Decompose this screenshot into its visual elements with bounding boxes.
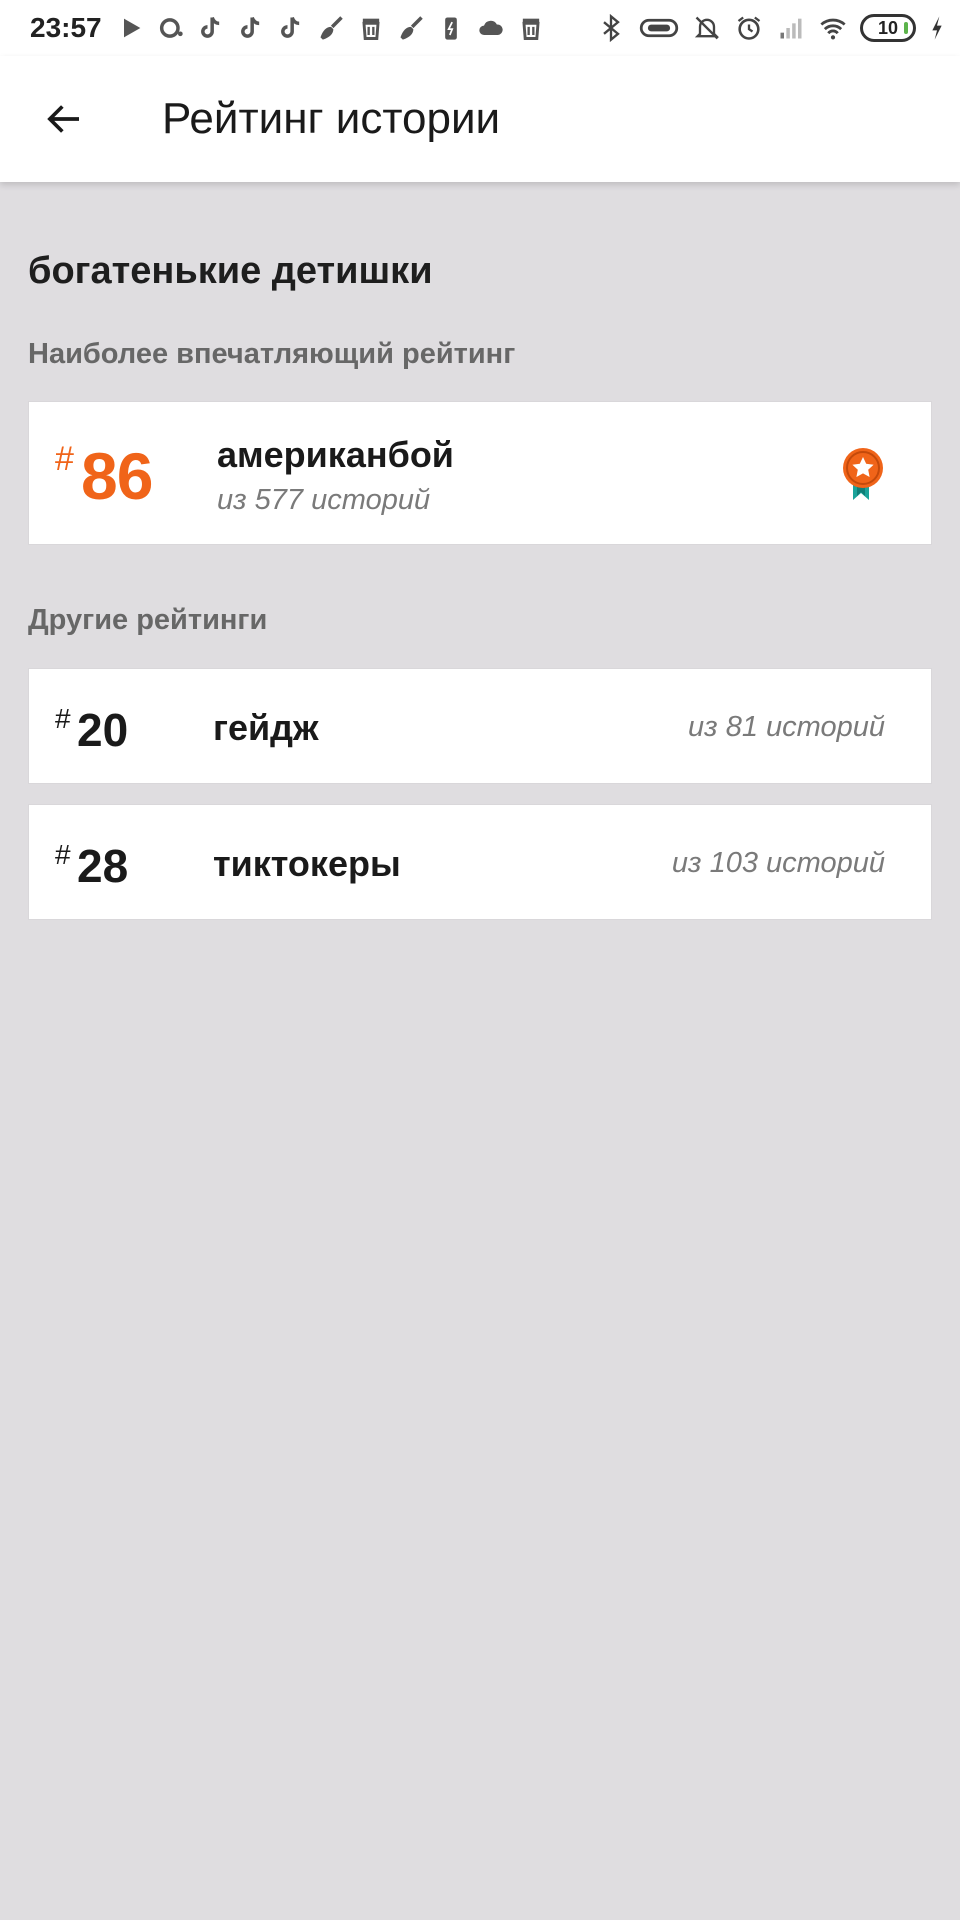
alarm-icon (734, 13, 764, 43)
back-button[interactable] (30, 85, 98, 153)
category-count: из 103 историй (671, 847, 885, 879)
trash-icon (356, 13, 386, 43)
cloud-icon (476, 13, 506, 43)
toggle-icon (638, 13, 680, 43)
app-bar: Рейтинг истории (0, 56, 960, 182)
category-count: из 577 историй (217, 484, 431, 516)
status-notification-icons (116, 13, 546, 43)
category-name: гейдж (213, 707, 319, 748)
arrow-left-icon (47, 105, 79, 133)
signal-icon (776, 13, 806, 43)
rank-hash: # (55, 440, 74, 478)
rating-card[interactable]: # 20 гейдж из 81 историй (28, 668, 932, 784)
status-system-icons: 10 (596, 13, 946, 43)
bluetooth-icon (596, 13, 626, 43)
category-name: тиктокеры (213, 843, 401, 884)
rating-card[interactable]: # 28 тиктокеры из 103 историй (28, 804, 932, 920)
battery-saver-icon (436, 13, 466, 43)
broom-icon (396, 13, 426, 43)
best-rating-card[interactable]: # 86 американбой из 577 историй (28, 401, 932, 545)
broom-icon (316, 13, 346, 43)
wifi-icon (818, 13, 848, 43)
category-name: американбой (217, 434, 454, 475)
rank-number: 86 (81, 439, 153, 513)
rank-number: 20 (77, 704, 129, 756)
story-title: богатенькие детишки (28, 250, 433, 292)
best-rating-section-label: Наиболее впечатляющий рейтинг (28, 338, 516, 370)
page-title: Рейтинг истории (162, 94, 501, 143)
notification-icon (156, 13, 186, 43)
other-ratings-section-label: Другие рейтинги (28, 604, 268, 636)
status-bar: 23:57 10 (0, 0, 960, 56)
rank-number: 28 (77, 840, 129, 892)
category-count: из 81 историй (688, 711, 885, 743)
rank-hash: # (55, 703, 71, 734)
status-time: 23:57 (30, 12, 102, 43)
charging-icon (928, 13, 946, 43)
tiktok-icon (276, 13, 306, 43)
play-icon (116, 13, 146, 43)
tiktok-icon (196, 13, 226, 43)
trash-icon (516, 13, 546, 43)
rank-hash: # (55, 839, 71, 870)
battery-icon: 10 (860, 14, 916, 42)
award-ribbon-icon (843, 448, 883, 500)
mute-icon (692, 13, 722, 43)
tiktok-icon (236, 13, 266, 43)
